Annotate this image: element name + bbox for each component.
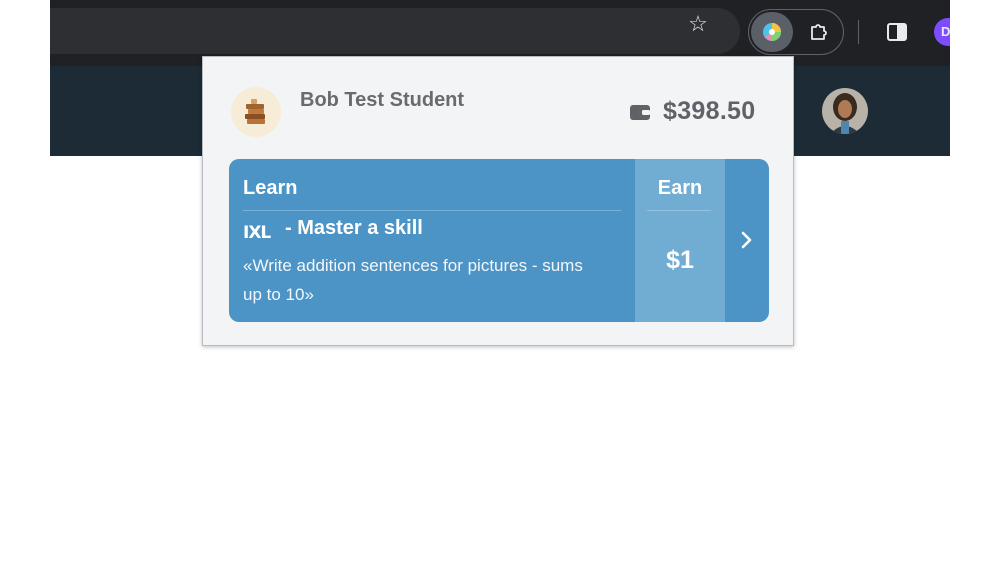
- earn-amount: $1: [666, 246, 694, 274]
- task-description: «Write addition sentences for pictures -…: [243, 256, 583, 304]
- earn-column: Earn $1: [635, 159, 725, 322]
- user-avatar[interactable]: [822, 88, 868, 134]
- profile-initial: D: [941, 24, 950, 39]
- chevron-right-icon[interactable]: [734, 227, 760, 253]
- profile-button[interactable]: D: [934, 18, 950, 46]
- extension-popup: Bob Test Student $398.50 Learn IXL - Mas…: [202, 56, 794, 346]
- byte-extension-icon: [763, 23, 781, 41]
- avatar-image: [822, 88, 868, 134]
- task-title: - Master a skill: [285, 217, 423, 239]
- bookmark-star-icon[interactable]: ☆: [686, 12, 710, 36]
- toolbar-divider: [858, 20, 859, 44]
- wallet-icon: [630, 105, 650, 120]
- active-extension-button[interactable]: [751, 12, 793, 52]
- learn-task-card[interactable]: Learn IXL - Master a skill «Write additi…: [229, 159, 769, 322]
- extension-group: [748, 9, 844, 55]
- card-divider: [243, 210, 621, 211]
- wallet-balance: $398.50: [663, 97, 756, 125]
- address-bar[interactable]: [50, 8, 740, 54]
- earn-divider: [647, 210, 711, 211]
- learn-label: Learn: [243, 177, 298, 199]
- side-panel-icon[interactable]: [886, 21, 908, 43]
- puzzle-icon[interactable]: [807, 20, 831, 44]
- books-stack-icon: [231, 87, 281, 137]
- earn-label: Earn: [657, 177, 703, 199]
- student-name: Bob Test Student: [300, 89, 465, 111]
- ixl-logo: IXL: [243, 223, 271, 243]
